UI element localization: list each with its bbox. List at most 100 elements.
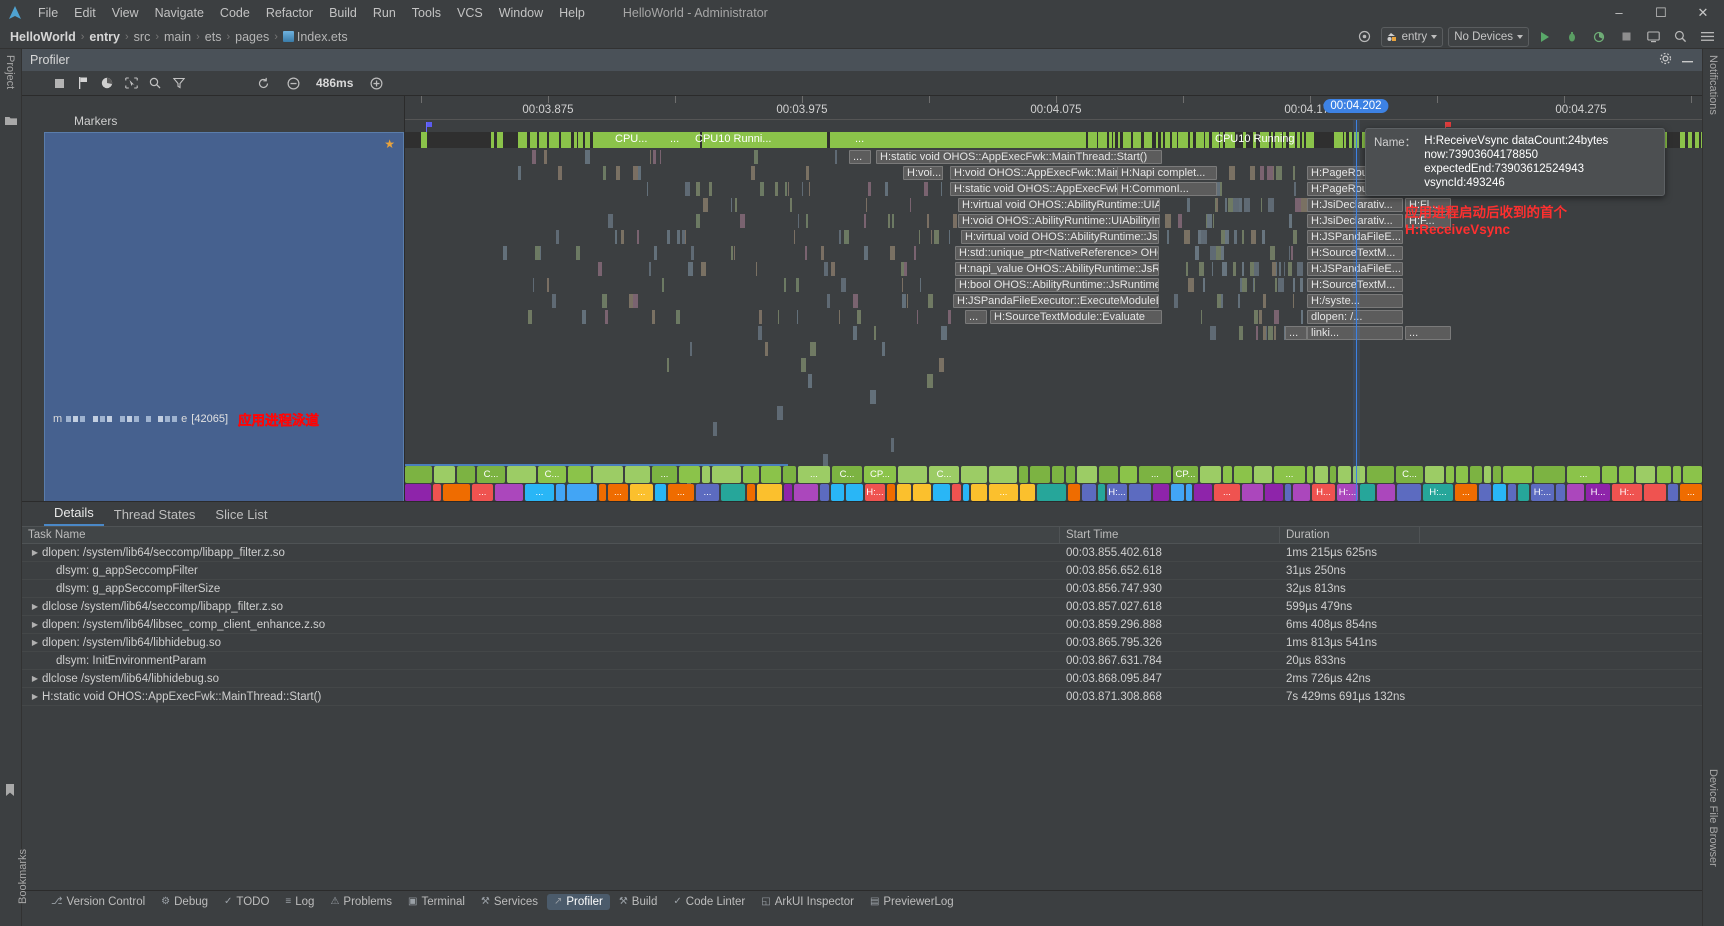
- rail-device-file-browser-label[interactable]: Device File Browser: [1707, 769, 1719, 867]
- flame-micro-slice[interactable]: [1165, 214, 1171, 228]
- table-row[interactable]: dlsym: g_appSeccompFilter 00:03.856.652.6…: [22, 562, 1702, 580]
- flame-micro-slice[interactable]: [810, 342, 816, 356]
- flame-micro-slice[interactable]: [1254, 310, 1258, 324]
- overview-slice-chip[interactable]: [1644, 484, 1666, 501]
- overview-cpu-chip[interactable]: [1338, 466, 1351, 483]
- flame-micro-slice[interactable]: [808, 374, 812, 388]
- cpu-segment[interactable]: [1297, 132, 1300, 148]
- flame-micro-slice[interactable]: [777, 406, 783, 420]
- flame-micro-slice[interactable]: [1289, 246, 1290, 260]
- overview-cpu-chip[interactable]: CP...: [1173, 466, 1198, 483]
- tab-slice-list[interactable]: Slice List: [205, 505, 277, 526]
- run-button[interactable]: [1534, 27, 1556, 47]
- filter-icon[interactable]: [172, 76, 186, 90]
- flame-micro-slice[interactable]: [882, 342, 885, 356]
- flame-micro-slice[interactable]: [1229, 166, 1235, 180]
- overview-slice-chip[interactable]: ...: [630, 484, 653, 501]
- minimize-panel-icon[interactable]: [1681, 52, 1694, 68]
- overview-cpu-chip[interactable]: [568, 466, 591, 483]
- flame-micro-slice[interactable]: [1263, 294, 1266, 308]
- flame-micro-slice[interactable]: [1238, 294, 1240, 308]
- table-row[interactable]: dlsym: g_appSeccompFilterSize 00:03.856.7…: [22, 580, 1702, 598]
- expand-arrow-icon[interactable]: ▶: [28, 602, 42, 611]
- breadcrumb-item-3[interactable]: main: [164, 30, 191, 44]
- cpu-segment[interactable]: [491, 132, 494, 148]
- overview-slice-chip[interactable]: ...: [525, 484, 554, 501]
- overview-cpu-chip[interactable]: [1470, 466, 1482, 483]
- overview-slice-chip[interactable]: [1153, 484, 1169, 501]
- overview-slice-chip[interactable]: [1242, 484, 1263, 501]
- flame-micro-slice[interactable]: [1260, 166, 1264, 180]
- flame-micro-slice[interactable]: [1288, 262, 1292, 276]
- table-row[interactable]: ▶ dlopen: /system/lib64/seccomp/libapp_fi…: [22, 544, 1702, 562]
- expand-arrow-icon[interactable]: ▶: [28, 620, 42, 629]
- breadcrumb-item-0[interactable]: HelloWorld: [10, 30, 76, 44]
- cpu-segment[interactable]: [1334, 132, 1343, 148]
- overview-cpu-chip[interactable]: [898, 466, 927, 483]
- select-range-icon[interactable]: [124, 76, 138, 90]
- flame-micro-slice[interactable]: [939, 358, 944, 372]
- menu-navigate[interactable]: Navigate: [147, 4, 212, 22]
- cpu-segment[interactable]: [1156, 132, 1158, 148]
- flame-micro-slice[interactable]: [1206, 214, 1207, 228]
- cpu-segment[interactable]: [1344, 132, 1346, 148]
- expand-arrow-icon[interactable]: ▶: [28, 692, 42, 701]
- flame-micro-slice[interactable]: [874, 326, 876, 340]
- flame-micro-slice[interactable]: [1295, 198, 1301, 212]
- rail-bookmarks-label[interactable]: Bookmarks: [17, 849, 29, 904]
- breadcrumb-item-4[interactable]: ets: [205, 30, 222, 44]
- overview-slice-row[interactable]: .................. H:...... H:...... H... H:…: [405, 484, 1702, 501]
- overview-cpu-chip[interactable]: [434, 466, 455, 483]
- flame-micro-slice[interactable]: [1284, 262, 1285, 276]
- flame-micro-slice[interactable]: [1253, 278, 1254, 292]
- cpu-segment[interactable]: [518, 132, 527, 148]
- flame-micro-slice[interactable]: [1242, 262, 1244, 276]
- menu-build[interactable]: Build: [321, 4, 365, 22]
- overview-slice-chip[interactable]: H:...: [1107, 484, 1127, 501]
- menu-file[interactable]: File: [30, 4, 66, 22]
- flame-micro-slice[interactable]: [1268, 198, 1274, 212]
- tab-details[interactable]: Details: [44, 503, 104, 526]
- overview-cpu-chip[interactable]: [1534, 466, 1565, 483]
- pie-icon[interactable]: [100, 76, 114, 90]
- flame-micro-slice[interactable]: [585, 150, 590, 164]
- flame-micro-slice[interactable]: [1233, 262, 1236, 276]
- flame-micro-slice[interactable]: [853, 326, 857, 340]
- device-manager-icon[interactable]: [1642, 27, 1664, 47]
- overview-slice-chip[interactable]: [721, 484, 745, 501]
- flame-micro-slice[interactable]: [713, 422, 717, 436]
- overview-slice-chip[interactable]: [846, 484, 863, 501]
- status-item-todo[interactable]: ✓ TODO: [217, 894, 276, 910]
- cpu-segment[interactable]: [1118, 132, 1120, 148]
- column-header-start-time[interactable]: Start Time: [1060, 527, 1280, 543]
- flame-micro-slice[interactable]: [1300, 278, 1303, 292]
- flame-micro-slice[interactable]: [1250, 262, 1254, 276]
- flame-micro-slice[interactable]: [1195, 246, 1199, 260]
- overview-slice-chip[interactable]: [887, 484, 895, 501]
- cpu-segment[interactable]: [1178, 132, 1188, 148]
- flame-micro-slice[interactable]: [1213, 214, 1214, 228]
- flame-micro-slice[interactable]: [1274, 310, 1279, 324]
- overview-slice-chip[interactable]: [784, 484, 792, 501]
- overview-cpu-chip[interactable]: [1367, 466, 1394, 483]
- settings-sync-icon[interactable]: [1354, 27, 1376, 47]
- flame-micro-slice[interactable]: [1293, 294, 1294, 308]
- overview-slice-chip[interactable]: [1397, 484, 1421, 501]
- timeline-ruler[interactable]: 00:03.875 00:03.975 00:04.075 00:04.175 …: [405, 96, 1702, 120]
- cpu-segment[interactable]: [1109, 132, 1112, 148]
- flag-icon[interactable]: [76, 76, 90, 90]
- overview-slice-chip[interactable]: [1194, 484, 1212, 501]
- overview-cpu-chip[interactable]: ...: [652, 466, 677, 483]
- overview-cpu-chip[interactable]: [743, 466, 759, 483]
- overview-slice-chip[interactable]: [1518, 484, 1529, 501]
- flame-micro-slice[interactable]: [758, 326, 762, 340]
- menu-vcs[interactable]: VCS: [449, 4, 491, 22]
- overview-cpu-chip[interactable]: [1315, 466, 1328, 483]
- flame-micro-slice[interactable]: [1291, 246, 1293, 260]
- cpu-segment[interactable]: [1172, 132, 1177, 148]
- table-row[interactable]: dlsym: InitEnvironmentParam 00:03.867.631…: [22, 652, 1702, 670]
- overview-slice-chip[interactable]: [655, 484, 666, 501]
- flame-chart-canvas[interactable]: 00:03.875 00:03.975 00:04.075 00:04.175 …: [405, 96, 1702, 501]
- menu-window[interactable]: Window: [491, 4, 551, 22]
- overview-slice-chip[interactable]: H:...: [1531, 484, 1554, 501]
